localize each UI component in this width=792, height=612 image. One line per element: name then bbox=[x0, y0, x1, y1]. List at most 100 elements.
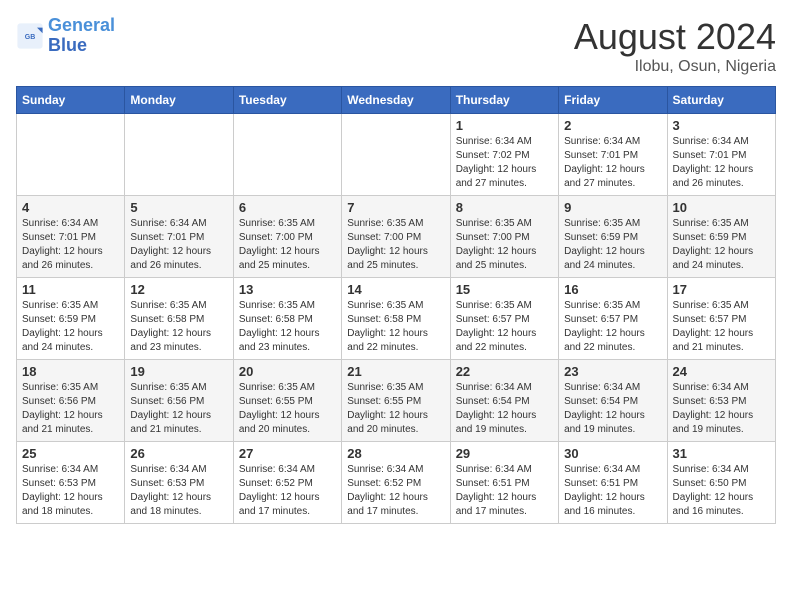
calendar-cell: 10Sunrise: 6:35 AMSunset: 6:59 PMDayligh… bbox=[667, 196, 775, 278]
calendar-cell: 4 Sunrise: 6:34 AMSunset: 7:01 PMDaylight… bbox=[17, 196, 125, 278]
day-number: 25 bbox=[22, 446, 119, 461]
day-info: Sunrise: 6:35 AMSunset: 6:58 PMDaylight:… bbox=[239, 299, 336, 355]
day-info: Sunrise: 6:34 AMSunset: 7:01 PMDaylight:… bbox=[564, 135, 661, 191]
calendar-cell: 25 Sunrise: 6:34 AMSunset: 6:53 PMDayligh… bbox=[17, 442, 125, 524]
day-number: 13 bbox=[239, 282, 336, 297]
page-header: GB GeneralBlue August 2024 Ilobu, Osun, … bbox=[16, 16, 776, 76]
day-number: 1 bbox=[456, 118, 553, 133]
day-info: Sunrise: 6:35 AMSunset: 7:00 PMDaylight:… bbox=[347, 217, 444, 273]
day-info: Sunrise: 6:35 AMSunset: 7:00 PMDaylight:… bbox=[456, 217, 553, 273]
page-title: August 2024 bbox=[574, 16, 776, 58]
day-info: Sunrise: 6:34 AMSunset: 6:53 PMDaylight:… bbox=[130, 463, 227, 519]
calendar-cell: 30Sunrise: 6:34 AMSunset: 6:51 PMDayligh… bbox=[559, 442, 667, 524]
day-info: Sunrise: 6:34 AMSunset: 6:50 PMDaylight:… bbox=[673, 463, 770, 519]
calendar-cell: 20Sunrise: 6:35 AMSunset: 6:55 PMDayligh… bbox=[233, 360, 341, 442]
day-info: Sunrise: 6:35 AMSunset: 6:58 PMDaylight:… bbox=[347, 299, 444, 355]
calendar-cell: 12 Sunrise: 6:35 AMSunset: 6:58 PMDayligh… bbox=[125, 278, 233, 360]
day-info: Sunrise: 6:34 AMSunset: 6:52 PMDaylight:… bbox=[239, 463, 336, 519]
calendar-cell: 16Sunrise: 6:35 AMSunset: 6:57 PMDayligh… bbox=[559, 278, 667, 360]
day-info: Sunrise: 6:34 AMSunset: 7:01 PMDaylight:… bbox=[673, 135, 770, 191]
calendar-table: SundayMondayTuesdayWednesdayThursdayFrid… bbox=[16, 86, 776, 524]
day-number: 24 bbox=[673, 364, 770, 379]
day-number: 5 bbox=[130, 200, 227, 215]
weekday-header: Monday bbox=[125, 87, 233, 114]
day-info: Sunrise: 6:34 AMSunset: 6:54 PMDaylight:… bbox=[456, 381, 553, 437]
calendar-cell: 1 Sunrise: 6:34 AMSunset: 7:02 PMDaylight… bbox=[450, 114, 558, 196]
calendar-week-row: 4 Sunrise: 6:34 AMSunset: 7:01 PMDaylight… bbox=[17, 196, 776, 278]
day-number: 6 bbox=[239, 200, 336, 215]
calendar-cell bbox=[17, 114, 125, 196]
weekday-header: Thursday bbox=[450, 87, 558, 114]
day-info: Sunrise: 6:35 AMSunset: 6:56 PMDaylight:… bbox=[22, 381, 119, 437]
day-number: 7 bbox=[347, 200, 444, 215]
calendar-cell: 27 Sunrise: 6:34 AMSunset: 6:52 PMDayligh… bbox=[233, 442, 341, 524]
day-number: 31 bbox=[673, 446, 770, 461]
day-number: 19 bbox=[130, 364, 227, 379]
day-info: Sunrise: 6:35 AMSunset: 6:56 PMDaylight:… bbox=[130, 381, 227, 437]
day-number: 21 bbox=[347, 364, 444, 379]
day-number: 23 bbox=[564, 364, 661, 379]
day-info: Sunrise: 6:35 AMSunset: 7:00 PMDaylight:… bbox=[239, 217, 336, 273]
weekday-header: Saturday bbox=[667, 87, 775, 114]
day-info: Sunrise: 6:35 AMSunset: 6:59 PMDaylight:… bbox=[673, 217, 770, 273]
weekday-header-row: SundayMondayTuesdayWednesdayThursdayFrid… bbox=[17, 87, 776, 114]
calendar-cell: 7 Sunrise: 6:35 AMSunset: 7:00 PMDaylight… bbox=[342, 196, 450, 278]
day-number: 17 bbox=[673, 282, 770, 297]
day-number: 20 bbox=[239, 364, 336, 379]
weekday-header: Tuesday bbox=[233, 87, 341, 114]
calendar-cell: 24 Sunrise: 6:34 AMSunset: 6:53 PMDayligh… bbox=[667, 360, 775, 442]
day-info: Sunrise: 6:35 AMSunset: 6:57 PMDaylight:… bbox=[564, 299, 661, 355]
day-info: Sunrise: 6:34 AMSunset: 6:54 PMDaylight:… bbox=[564, 381, 661, 437]
logo-text: GeneralBlue bbox=[48, 16, 115, 56]
day-number: 27 bbox=[239, 446, 336, 461]
day-info: Sunrise: 6:34 AMSunset: 6:51 PMDaylight:… bbox=[564, 463, 661, 519]
calendar-cell bbox=[125, 114, 233, 196]
day-info: Sunrise: 6:35 AMSunset: 6:58 PMDaylight:… bbox=[130, 299, 227, 355]
day-info: Sunrise: 6:34 AMSunset: 7:01 PMDaylight:… bbox=[130, 217, 227, 273]
calendar-cell: 14 Sunrise: 6:35 AMSunset: 6:58 PMDayligh… bbox=[342, 278, 450, 360]
weekday-header: Wednesday bbox=[342, 87, 450, 114]
calendar-cell: 28Sunrise: 6:34 AMSunset: 6:52 PMDayligh… bbox=[342, 442, 450, 524]
day-info: Sunrise: 6:34 AMSunset: 6:51 PMDaylight:… bbox=[456, 463, 553, 519]
calendar-cell: 23 Sunrise: 6:34 AMSunset: 6:54 PMDayligh… bbox=[559, 360, 667, 442]
calendar-cell: 31 Sunrise: 6:34 AMSunset: 6:50 PMDayligh… bbox=[667, 442, 775, 524]
calendar-cell: 15Sunrise: 6:35 AMSunset: 6:57 PMDayligh… bbox=[450, 278, 558, 360]
calendar-week-row: 18 Sunrise: 6:35 AMSunset: 6:56 PMDayligh… bbox=[17, 360, 776, 442]
calendar-cell: 8 Sunrise: 6:35 AMSunset: 7:00 PMDaylight… bbox=[450, 196, 558, 278]
calendar-cell: 11 Sunrise: 6:35 AMSunset: 6:59 PMDayligh… bbox=[17, 278, 125, 360]
day-number: 26 bbox=[130, 446, 227, 461]
calendar-cell: 5 Sunrise: 6:34 AMSunset: 7:01 PMDaylight… bbox=[125, 196, 233, 278]
day-number: 22 bbox=[456, 364, 553, 379]
calendar-cell: 21Sunrise: 6:35 AMSunset: 6:55 PMDayligh… bbox=[342, 360, 450, 442]
day-number: 11 bbox=[22, 282, 119, 297]
page-subtitle: Ilobu, Osun, Nigeria bbox=[574, 58, 776, 76]
day-info: Sunrise: 6:34 AMSunset: 6:52 PMDaylight:… bbox=[347, 463, 444, 519]
calendar-cell: 22 Sunrise: 6:34 AMSunset: 6:54 PMDayligh… bbox=[450, 360, 558, 442]
day-number: 12 bbox=[130, 282, 227, 297]
day-number: 8 bbox=[456, 200, 553, 215]
svg-text:GB: GB bbox=[25, 34, 36, 41]
calendar-cell: 2Sunrise: 6:34 AMSunset: 7:01 PMDaylight… bbox=[559, 114, 667, 196]
logo-icon: GB bbox=[16, 22, 44, 50]
day-info: Sunrise: 6:34 AMSunset: 7:01 PMDaylight:… bbox=[22, 217, 119, 273]
day-number: 3 bbox=[673, 118, 770, 133]
day-info: Sunrise: 6:34 AMSunset: 6:53 PMDaylight:… bbox=[22, 463, 119, 519]
calendar-cell: 17Sunrise: 6:35 AMSunset: 6:57 PMDayligh… bbox=[667, 278, 775, 360]
calendar-cell: 9Sunrise: 6:35 AMSunset: 6:59 PMDaylight… bbox=[559, 196, 667, 278]
calendar-cell: 26 Sunrise: 6:34 AMSunset: 6:53 PMDayligh… bbox=[125, 442, 233, 524]
day-number: 18 bbox=[22, 364, 119, 379]
calendar-cell: 13 Sunrise: 6:35 AMSunset: 6:58 PMDayligh… bbox=[233, 278, 341, 360]
day-info: Sunrise: 6:34 AMSunset: 6:53 PMDaylight:… bbox=[673, 381, 770, 437]
day-number: 4 bbox=[22, 200, 119, 215]
day-number: 14 bbox=[347, 282, 444, 297]
calendar-cell: 29 Sunrise: 6:34 AMSunset: 6:51 PMDayligh… bbox=[450, 442, 558, 524]
calendar-week-row: 1 Sunrise: 6:34 AMSunset: 7:02 PMDaylight… bbox=[17, 114, 776, 196]
logo: GB GeneralBlue bbox=[16, 16, 115, 56]
day-number: 29 bbox=[456, 446, 553, 461]
calendar-cell: 19 Sunrise: 6:35 AMSunset: 6:56 PMDayligh… bbox=[125, 360, 233, 442]
day-info: Sunrise: 6:35 AMSunset: 6:59 PMDaylight:… bbox=[22, 299, 119, 355]
title-block: August 2024 Ilobu, Osun, Nigeria bbox=[574, 16, 776, 76]
calendar-week-row: 11 Sunrise: 6:35 AMSunset: 6:59 PMDayligh… bbox=[17, 278, 776, 360]
day-info: Sunrise: 6:34 AMSunset: 7:02 PMDaylight:… bbox=[456, 135, 553, 191]
calendar-cell bbox=[233, 114, 341, 196]
